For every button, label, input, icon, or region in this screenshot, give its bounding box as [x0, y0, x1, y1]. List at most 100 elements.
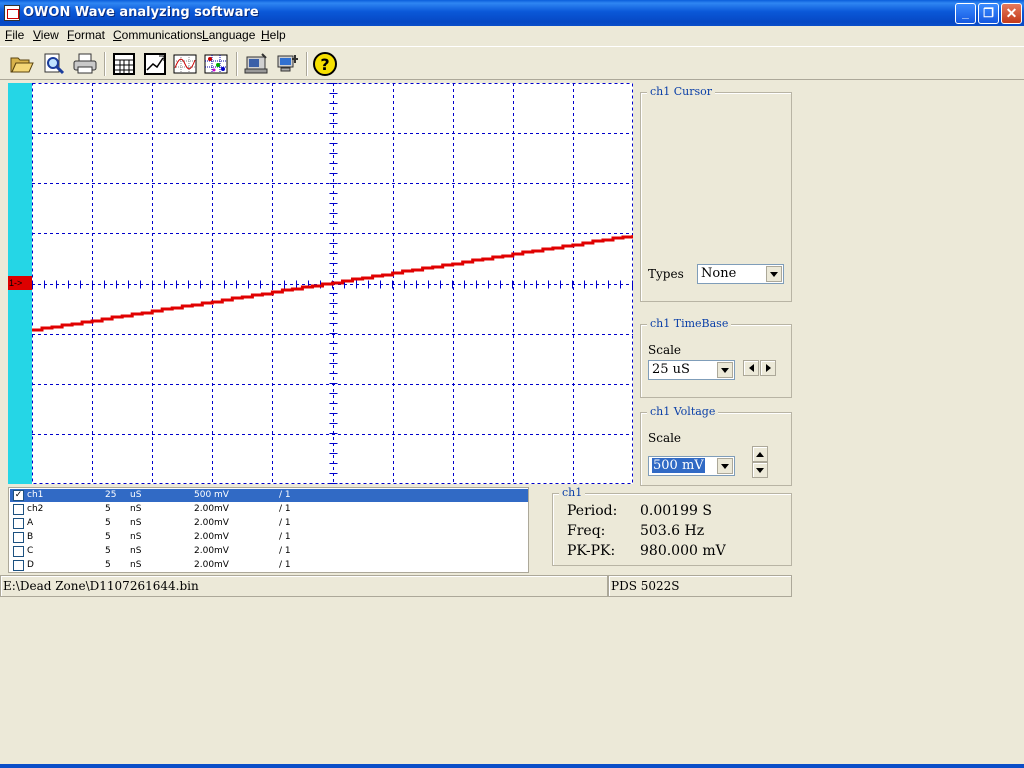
voltage-decrease-button[interactable]	[752, 462, 768, 478]
timebase-scale-select[interactable]: 25 uS	[648, 360, 735, 380]
channel-volt: 2.00mV	[194, 532, 229, 542]
pkpk-label: PK-PK:	[567, 543, 616, 559]
voltage-panel: ch1 Voltage Scale 500 mV	[640, 405, 792, 486]
channel-probe: / 1	[279, 518, 291, 528]
close-button[interactable]: ✕	[1001, 3, 1022, 24]
channel-time-unit: uS	[130, 490, 142, 500]
calculator-button[interactable]	[111, 51, 137, 77]
channel-time-unit: nS	[130, 560, 142, 570]
voltage-increase-button[interactable]	[752, 446, 768, 462]
toolbar-separator	[306, 52, 308, 76]
channel-probe: / 1	[279, 546, 291, 556]
voltage-scale-select[interactable]: 500 mV	[648, 456, 735, 476]
channel-time-unit: nS	[130, 504, 142, 514]
waveform-button[interactable]	[172, 51, 198, 77]
channel-checkbox[interactable]	[13, 546, 24, 557]
arrow-left-icon	[748, 364, 754, 372]
menu-view[interactable]: View	[33, 28, 59, 42]
color-grid-icon	[204, 54, 228, 74]
channel-row-b[interactable]: B 5 nS 2.00mV / 1	[10, 531, 528, 544]
channel-time-unit: nS	[130, 546, 142, 556]
cursor-types-value: None	[701, 266, 737, 281]
chevron-down-icon[interactable]	[766, 266, 782, 282]
channel-volt: 2.00mV	[194, 504, 229, 514]
open-button[interactable]	[9, 51, 35, 77]
status-file-path: E:\Dead Zone\D1107261644.bin	[0, 575, 608, 597]
channel-time: 5	[105, 560, 111, 570]
toolbar: ?	[0, 46, 1024, 80]
channel-checkbox[interactable]: ✓	[13, 490, 24, 501]
chevron-down-icon[interactable]	[717, 458, 733, 474]
menu-file[interactable]: File	[5, 28, 24, 42]
timebase-decrease-button[interactable]	[743, 360, 759, 376]
scope-download-button[interactable]	[243, 51, 269, 77]
channel-strip: 1->	[8, 83, 32, 484]
menu-help[interactable]: Help	[261, 28, 286, 42]
pc-connect-button[interactable]	[275, 51, 301, 77]
channel-row-ch1[interactable]: ✓ ch1 25 uS 500 mV / 1	[10, 489, 528, 502]
pc-connect-icon	[277, 55, 298, 72]
channel-1-marker[interactable]: 1->	[8, 276, 32, 290]
channel-time-unit: nS	[130, 518, 142, 528]
app-icon[interactable]	[4, 5, 20, 21]
cursor-panel: ch1 Cursor Types None	[640, 85, 792, 302]
help-icon: ?	[313, 52, 337, 76]
voltage-scale-value: 500 mV	[652, 458, 705, 473]
menu-language[interactable]: Language	[202, 28, 255, 42]
period-label: Period:	[567, 503, 618, 519]
channel-row-a[interactable]: A 5 nS 2.00mV / 1	[10, 517, 528, 530]
channel-time: 25	[105, 490, 117, 500]
help-button[interactable]: ?	[312, 51, 338, 77]
channel-name: A	[27, 518, 34, 528]
color-grid-button[interactable]	[203, 51, 229, 77]
print-preview-button[interactable]	[41, 51, 67, 77]
channel-volt: 500 mV	[194, 490, 229, 500]
freq-value: 503.6 Hz	[640, 523, 705, 539]
timebase-scale-value: 25 uS	[652, 362, 690, 377]
restore-button[interactable]: ❐	[978, 3, 999, 24]
channel-list: ✓ ch1 25 uS 500 mV / 1 ch2 5 nS 2.00mV / 1 A 5 nS 2.00…	[8, 487, 529, 573]
status-model: PDS 5022S	[608, 575, 792, 597]
waveform-display[interactable]	[32, 83, 633, 484]
channel-time: 5	[105, 504, 111, 514]
menu-bar: File View Format Communications Language…	[0, 26, 1024, 45]
minimize-button[interactable]: _	[955, 3, 976, 24]
menu-communications[interactable]: Communications	[113, 28, 202, 42]
measure-button[interactable]	[142, 51, 168, 77]
window-title: OWON Wave analyzing software	[23, 5, 259, 20]
channel-checkbox[interactable]	[13, 518, 24, 529]
menu-format[interactable]: Format	[67, 28, 105, 42]
channel-checkbox[interactable]	[13, 560, 24, 571]
timebase-scale-label: Scale	[648, 343, 682, 357]
channel-probe: / 1	[279, 490, 291, 500]
channel-volt: 2.00mV	[194, 546, 229, 556]
calculator-icon	[113, 53, 135, 75]
toolbar-separator	[104, 52, 106, 76]
period-value: 0.00199 S	[640, 503, 712, 519]
measure-icon	[144, 53, 166, 75]
voltage-panel-title: ch1 Voltage	[647, 405, 719, 418]
print-button[interactable]	[72, 51, 98, 77]
types-label: Types	[648, 267, 684, 281]
arrow-up-icon	[756, 451, 764, 457]
channel-row-ch2[interactable]: ch2 5 nS 2.00mV / 1	[10, 503, 528, 516]
channel-row-c[interactable]: C 5 nS 2.00mV / 1	[10, 545, 528, 558]
waveform-icon	[173, 54, 197, 74]
channel-time: 5	[105, 518, 111, 528]
channel-time: 5	[105, 532, 111, 542]
channel-time-unit: nS	[130, 532, 142, 542]
cursor-types-select[interactable]: None	[697, 264, 784, 284]
timebase-panel: ch1 TimeBase Scale 25 uS	[640, 317, 792, 398]
print-preview-icon	[44, 53, 65, 75]
channel-checkbox[interactable]	[13, 504, 24, 515]
toolbar-separator	[236, 52, 238, 76]
voltage-scale-label: Scale	[648, 431, 682, 445]
channel-row-d[interactable]: D 5 nS 2.00mV / 1	[10, 559, 528, 572]
measurement-panel: ch1 Period: 0.00199 S Freq: 503.6 Hz PK-…	[552, 486, 792, 566]
timebase-increase-button[interactable]	[760, 360, 776, 376]
chevron-down-icon[interactable]	[717, 362, 733, 378]
channel-name: ch2	[27, 504, 44, 514]
channel-checkbox[interactable]	[13, 532, 24, 543]
measurement-panel-title: ch1	[559, 486, 586, 499]
scope-area: 1->	[8, 83, 633, 484]
